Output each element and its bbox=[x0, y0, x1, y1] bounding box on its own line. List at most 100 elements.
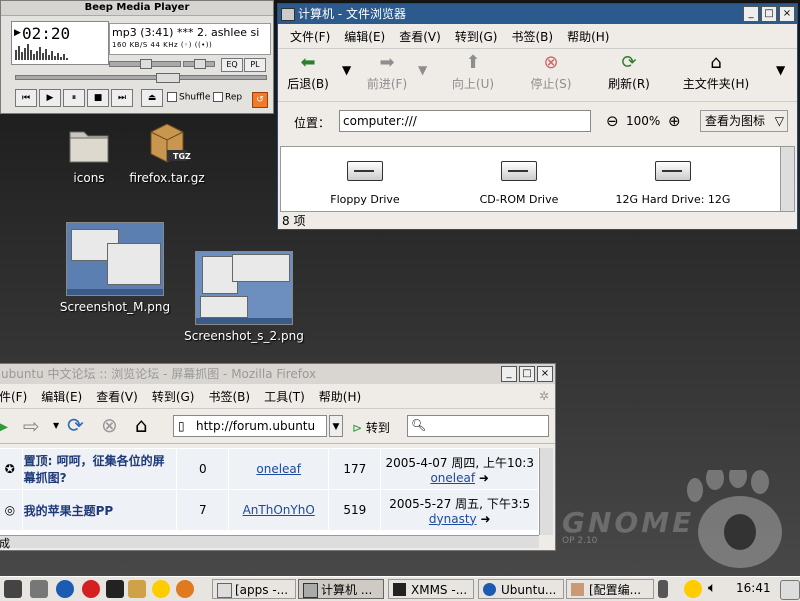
back-history-dropdown[interactable]: ▼ bbox=[342, 63, 351, 77]
menu-file[interactable]: 件(F) bbox=[0, 388, 27, 405]
zoom-out-icon[interactable]: ⊖ bbox=[606, 112, 619, 130]
task-config-editor[interactable]: [配置编... bbox=[566, 579, 654, 599]
qq-icon[interactable] bbox=[152, 580, 170, 598]
stop-icon[interactable]: ■ bbox=[87, 89, 109, 107]
chevron-down-icon[interactable]: ▼ bbox=[53, 421, 59, 430]
last-post-user-link[interactable]: dynasty bbox=[429, 512, 477, 526]
shuffle-toggle[interactable]: Shuffle bbox=[167, 92, 210, 103]
reload-icon[interactable]: ⟳ bbox=[67, 413, 84, 437]
forward-history-dropdown[interactable]: ▼ bbox=[418, 63, 427, 77]
page-vertical-scrollbar[interactable] bbox=[539, 448, 553, 535]
topic-link[interactable]: 置顶: 呵呵，征集各位的屏幕抓图? bbox=[24, 454, 165, 485]
toolbar-overflow-dropdown[interactable]: ▼ bbox=[776, 63, 785, 77]
play-icon[interactable]: ▶ bbox=[39, 89, 61, 107]
menu-help[interactable]: 帮助(H) bbox=[567, 28, 609, 45]
menu-edit[interactable]: 编辑(E) bbox=[344, 28, 385, 45]
author-link[interactable]: oneleaf bbox=[256, 462, 301, 476]
topic-link[interactable]: 我的苹果主题PP bbox=[24, 504, 114, 518]
stop-button[interactable]: ⊗ 停止(S) bbox=[526, 51, 576, 92]
cdrom-drive-item[interactable]: CD-ROM Drive bbox=[449, 161, 589, 206]
hard-drive-item[interactable]: 12G Hard Drive: 12G bbox=[603, 161, 743, 206]
gnome-foot-menu-icon[interactable] bbox=[4, 580, 22, 598]
home-icon[interactable]: ⌂ bbox=[135, 413, 148, 437]
floppy-drive-item[interactable]: Floppy Drive bbox=[295, 161, 435, 206]
back-button[interactable]: ⬅ 后退(B) bbox=[286, 51, 330, 92]
opera-icon[interactable] bbox=[82, 580, 100, 598]
menu-file[interactable]: 文件(F) bbox=[290, 28, 330, 45]
bmp-seek-bar[interactable] bbox=[15, 73, 267, 83]
zoom-in-icon[interactable]: ⊕ bbox=[668, 112, 681, 130]
up-button[interactable]: ⬆ 向上(U) bbox=[448, 51, 498, 92]
url-input[interactable]: ▯ http://forum.ubuntu bbox=[173, 415, 327, 437]
bmp-playlist-button[interactable]: PL bbox=[244, 58, 266, 72]
menu-view[interactable]: 查看(V) bbox=[96, 388, 138, 405]
maximize-icon[interactable]: □ bbox=[761, 6, 777, 22]
repeat-toggle[interactable]: Rep bbox=[213, 92, 242, 103]
menu-go[interactable]: 转到(G) bbox=[152, 388, 195, 405]
checkbox[interactable] bbox=[213, 92, 223, 102]
topic-title[interactable]: 我的苹果主题PP bbox=[22, 490, 177, 530]
battery-icon[interactable] bbox=[658, 580, 668, 598]
author-link[interactable]: AnThOnYhO bbox=[243, 503, 315, 517]
pause-icon[interactable]: ⏸ bbox=[63, 89, 85, 107]
menu-bookmarks[interactable]: 书签(B) bbox=[208, 388, 250, 405]
firefox-titlebar[interactable]: ubuntu 中文论坛 :: 浏览论坛 - 屏幕抓图 - Mozilla Fir… bbox=[0, 364, 555, 384]
bmp-title[interactable]: Beep Media Player bbox=[1, 1, 273, 16]
menu-bookmarks[interactable]: 书签(B) bbox=[511, 28, 553, 45]
volume-icon[interactable]: 🔈︎ bbox=[708, 580, 716, 596]
minimize-icon[interactable]: _ bbox=[743, 6, 759, 22]
stop-icon[interactable]: ⊗ bbox=[101, 413, 118, 437]
desktop-icon-firefox-archive[interactable]: TGZ firefox.tar.gz bbox=[126, 122, 208, 185]
show-desktop-icon[interactable] bbox=[30, 580, 48, 598]
browser-globe-icon[interactable] bbox=[56, 580, 74, 598]
volume-knob[interactable] bbox=[140, 59, 152, 69]
terminal-icon[interactable] bbox=[106, 580, 124, 598]
forward-arrow-icon[interactable]: ⇨ bbox=[23, 414, 40, 438]
menu-go[interactable]: 转到(G) bbox=[455, 28, 498, 45]
forward-button[interactable]: ➡ 前进(F) bbox=[362, 51, 412, 92]
blender-icon[interactable] bbox=[176, 580, 194, 598]
balance-knob[interactable] bbox=[194, 59, 206, 69]
desktop-icon-screenshot-s2[interactable]: Screenshot_s_2.png bbox=[176, 251, 312, 343]
bmp-volume-slider[interactable] bbox=[109, 59, 181, 69]
close-icon[interactable]: × bbox=[779, 6, 795, 22]
qq-tray-icon[interactable] bbox=[684, 580, 702, 598]
task-firefox[interactable]: Ubuntu... bbox=[478, 579, 564, 599]
minimize-icon[interactable]: _ bbox=[501, 366, 517, 382]
task-apps-folder[interactable]: [apps -... bbox=[212, 579, 296, 599]
menu-edit[interactable]: 编辑(E) bbox=[41, 388, 82, 405]
location-input[interactable]: computer:/// bbox=[339, 110, 591, 132]
goto-post-icon[interactable]: ➜ bbox=[480, 512, 490, 526]
go-button[interactable]: ⊳ 转到 bbox=[352, 419, 390, 436]
desktop-icon-screenshot-m[interactable]: Screenshot_M.png bbox=[55, 222, 175, 314]
bmp-close-icon[interactable]: ↺ bbox=[252, 92, 268, 108]
workspace-switcher-icon[interactable] bbox=[780, 580, 800, 600]
task-file-browser[interactable]: 计算机 ... bbox=[298, 579, 384, 599]
back-arrow-icon[interactable]: ▸ bbox=[0, 416, 8, 437]
maximize-icon[interactable]: □ bbox=[519, 366, 535, 382]
menu-tools[interactable]: 工具(T) bbox=[264, 388, 305, 405]
view-as-select[interactable]: 查看为图标 ▽ bbox=[700, 110, 788, 132]
checkbox[interactable] bbox=[167, 92, 177, 102]
clock[interactable]: 16:41 bbox=[736, 581, 771, 595]
goto-post-icon[interactable]: ➜ bbox=[479, 471, 489, 485]
menu-help[interactable]: 帮助(H) bbox=[319, 388, 361, 405]
home-button[interactable]: ⌂ 主文件夹(H) bbox=[680, 51, 752, 92]
url-history-dropdown[interactable]: ▼ bbox=[329, 415, 343, 437]
menu-view[interactable]: 查看(V) bbox=[399, 28, 441, 45]
bmp-balance-slider[interactable] bbox=[183, 59, 215, 69]
topic-title[interactable]: 置顶: 呵呵，征集各位的屏幕抓图? bbox=[22, 449, 177, 489]
file-browser-titlebar[interactable]: 计算机 - 文件浏览器 _ □ × bbox=[278, 4, 797, 24]
icon-view-scrollbar[interactable] bbox=[780, 146, 795, 212]
eject-icon[interactable]: ⏏ bbox=[141, 89, 163, 107]
search-input[interactable]: 🔍︎ bbox=[407, 415, 549, 437]
next-track-icon[interactable]: ⏭ bbox=[111, 89, 133, 107]
last-post-user-link[interactable]: oneleaf bbox=[430, 471, 475, 485]
home-folder-icon[interactable] bbox=[128, 580, 146, 598]
seek-knob[interactable] bbox=[156, 73, 180, 83]
previous-track-icon[interactable]: ⏮ bbox=[15, 89, 37, 107]
page-horizontal-scrollbar[interactable] bbox=[0, 535, 539, 548]
refresh-button[interactable]: ⟳ 刷新(R) bbox=[604, 51, 654, 92]
desktop-icon-icons-folder[interactable]: icons bbox=[58, 126, 120, 185]
close-icon[interactable]: × bbox=[537, 366, 553, 382]
